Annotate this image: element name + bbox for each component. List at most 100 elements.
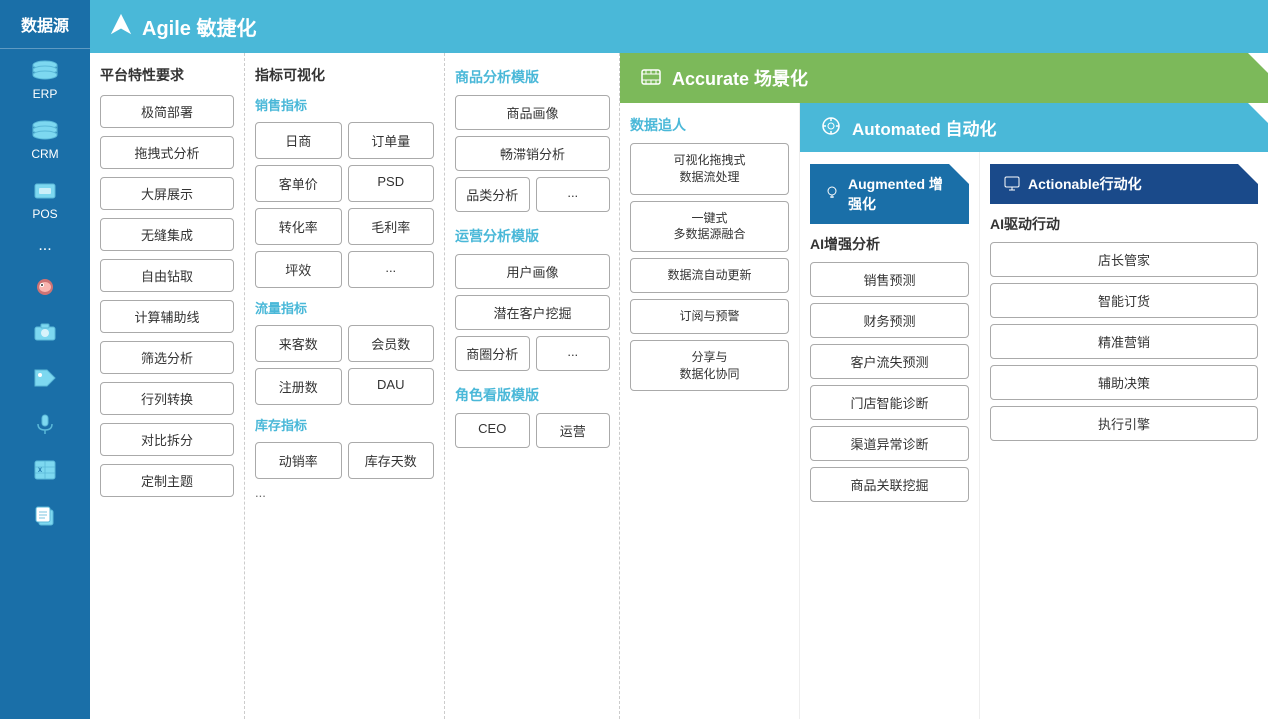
sales-metrics-grid: 日商 订单量 客单价 PSD 转化率 毛利率 坪效 ... <box>255 122 434 288</box>
copy-icon <box>27 501 63 531</box>
sidebar-item-copy[interactable] <box>0 493 90 539</box>
right-ai: Automated 自动化 <box>800 103 1268 719</box>
role-module-row: CEO 运营 <box>455 413 610 448</box>
weibo-icon <box>27 271 63 301</box>
navigation-icon <box>110 13 132 40</box>
ai-column: Augmented 增强化 AI增强分析 销售预测 财务预测 客户流失预测 门店… <box>800 152 980 719</box>
ai-btn-3[interactable]: 门店智能诊断 <box>810 385 969 420</box>
sales-section-title: 销售指标 <box>255 95 434 114</box>
ai-content: Augmented 增强化 AI增强分析 销售预测 财务预测 客户流失预测 门店… <box>800 152 1268 719</box>
sidebar-item-excel[interactable]: X <box>0 447 90 493</box>
erp-label: ERP <box>33 87 58 101</box>
data-btn-4[interactable]: 分享与 数据化协同 <box>630 340 789 392</box>
feature-btn-4[interactable]: 自由钻取 <box>100 259 234 292</box>
camera-icon <box>27 317 63 347</box>
ai-btn-4[interactable]: 渠道异常诊断 <box>810 426 969 461</box>
module-CEO[interactable]: CEO <box>455 413 530 448</box>
sidebar: 数据源 ERP <box>0 0 90 719</box>
pos-label: POS <box>32 207 57 221</box>
module-商圈分析[interactable]: 商圈分析 <box>455 336 530 371</box>
metric-坪效[interactable]: 坪效 <box>255 251 342 288</box>
feature-btn-9[interactable]: 定制主题 <box>100 464 234 497</box>
automated-title: Automated 自动化 <box>852 115 997 140</box>
ai-btn-5[interactable]: 商品关联挖掘 <box>810 467 969 502</box>
metric-客单价[interactable]: 客单价 <box>255 165 342 202</box>
sidebar-item-weibo[interactable] <box>0 263 90 309</box>
platform-column: 平台特性要求 极简部署 拖拽式分析 大屏展示 无缝集成 自由钻取 计算辅助线 筛… <box>90 53 245 719</box>
sidebar-item-dots: ... <box>0 229 90 263</box>
actionable-title: Actionable行动化 <box>1028 174 1142 194</box>
feature-btn-0[interactable]: 极简部署 <box>100 95 234 128</box>
module-商品画像[interactable]: 商品画像 <box>455 95 610 130</box>
actionable-column: Actionable行动化 AI驱动行动 店长管家 智能订货 精准营销 辅助决策… <box>980 152 1268 719</box>
action-btn-1[interactable]: 智能订货 <box>990 283 1258 318</box>
monitor-icon <box>1004 175 1020 194</box>
agile-title: Agile 敏捷化 <box>142 12 256 41</box>
sidebar-item-crm[interactable]: CRM <box>0 109 90 169</box>
action-btn-3[interactable]: 辅助决策 <box>990 365 1258 400</box>
module-潜在客户挖掘[interactable]: 潜在客户挖掘 <box>455 295 610 330</box>
main-content: Agile 敏捷化 平台特性要求 极简部署 拖拽式分析 大屏展示 无缝集成 自由… <box>90 0 1268 719</box>
metric-转化率[interactable]: 转化率 <box>255 208 342 245</box>
action-btn-2[interactable]: 精准营销 <box>990 324 1258 359</box>
metric-毛利率[interactable]: 毛利率 <box>348 208 435 245</box>
data-tracker-column: 数据追人 可视化拖拽式 数据流处理 一键式 多数据源融合 数据流自动更新 订阅与… <box>620 103 800 719</box>
metric-订单量[interactable]: 订单量 <box>348 122 435 159</box>
inventory-metrics-grid: 动销率 库存天数 <box>255 442 434 479</box>
metric-会员数[interactable]: 会员数 <box>348 325 435 362</box>
metric-库存天数[interactable]: 库存天数 <box>348 442 435 479</box>
feature-btn-6[interactable]: 筛选分析 <box>100 341 234 374</box>
metric-注册数[interactable]: 注册数 <box>255 368 342 405</box>
data-btn-1[interactable]: 一键式 多数据源融合 <box>630 201 789 253</box>
sidebar-item-pos[interactable]: POS <box>0 169 90 229</box>
feature-btn-2[interactable]: 大屏展示 <box>100 177 234 210</box>
sidebar-item-tag[interactable] <box>0 355 90 401</box>
crm-label: CRM <box>31 147 58 161</box>
module-品类分析[interactable]: 品类分析 <box>455 177 530 212</box>
feature-btn-7[interactable]: 行列转换 <box>100 382 234 415</box>
accurate-title: Accurate 场景化 <box>672 65 808 91</box>
metric-动销率[interactable]: 动销率 <box>255 442 342 479</box>
augmented-banner: Augmented 增强化 <box>810 164 969 224</box>
feature-btn-1[interactable]: 拖拽式分析 <box>100 136 234 169</box>
module-畅滞销分析[interactable]: 畅滞销分析 <box>455 136 610 171</box>
ai-analysis-title: AI增强分析 <box>810 234 969 254</box>
sidebar-header: 数据源 <box>0 0 90 49</box>
right-section: Accurate 场景化 数据追人 可视化拖拽式 数据流处理 一键式 多数据源融… <box>620 53 1268 719</box>
feature-btn-3[interactable]: 无缝集成 <box>100 218 234 251</box>
module-运营[interactable]: 运营 <box>536 413 611 448</box>
sidebar-item-mic[interactable] <box>0 401 90 447</box>
excel-icon: X <box>27 455 63 485</box>
operation-module-row: 商圈分析 ... <box>455 336 610 371</box>
sidebar-item-cam[interactable] <box>0 309 90 355</box>
action-btn-4[interactable]: 执行引擎 <box>990 406 1258 441</box>
ai-btn-0[interactable]: 销售预测 <box>810 262 969 297</box>
ai-btn-1[interactable]: 财务预测 <box>810 303 969 338</box>
platform-title: 平台特性要求 <box>100 65 234 85</box>
analysis-section: 商品分析模版 商品画像 畅滞销分析 品类分析 ... 运营分析模版 用户画像 潜… <box>445 53 620 719</box>
product-module-title: 商品分析模版 <box>455 67 610 87</box>
product-dots: ... <box>536 177 611 212</box>
pos-icon <box>27 177 63 207</box>
metrics-column: 指标可视化 销售指标 日商 订单量 客单价 PSD 转化率 毛利率 坪效 ...… <box>245 53 445 719</box>
data-btn-0[interactable]: 可视化拖拽式 数据流处理 <box>630 143 789 195</box>
data-btn-2[interactable]: 数据流自动更新 <box>630 258 789 293</box>
metric-日商[interactable]: 日商 <box>255 122 342 159</box>
accurate-content: 数据追人 可视化拖拽式 数据流处理 一键式 多数据源融合 数据流自动更新 订阅与… <box>620 103 1268 719</box>
metric-dots-sales: ... <box>348 251 435 288</box>
analysis-column: 商品分析模版 商品画像 畅滞销分析 品类分析 ... 运营分析模版 用户画像 潜… <box>445 63 620 466</box>
product-module-row: 品类分析 ... <box>455 177 610 212</box>
metric-PSD[interactable]: PSD <box>348 165 435 202</box>
role-module-title: 角色看版模版 <box>455 385 610 405</box>
inventory-dots: ... <box>255 485 434 500</box>
feature-btn-5[interactable]: 计算辅助线 <box>100 300 234 333</box>
automated-banner: Automated 自动化 <box>800 103 1268 152</box>
sidebar-item-erp[interactable]: ERP <box>0 49 90 109</box>
ai-btn-2[interactable]: 客户流失预测 <box>810 344 969 379</box>
data-btn-3[interactable]: 订阅与预警 <box>630 299 789 334</box>
feature-btn-8[interactable]: 对比拆分 <box>100 423 234 456</box>
module-用户画像[interactable]: 用户画像 <box>455 254 610 289</box>
metric-DAU[interactable]: DAU <box>348 368 435 405</box>
action-btn-0[interactable]: 店长管家 <box>990 242 1258 277</box>
metric-来客数[interactable]: 来客数 <box>255 325 342 362</box>
